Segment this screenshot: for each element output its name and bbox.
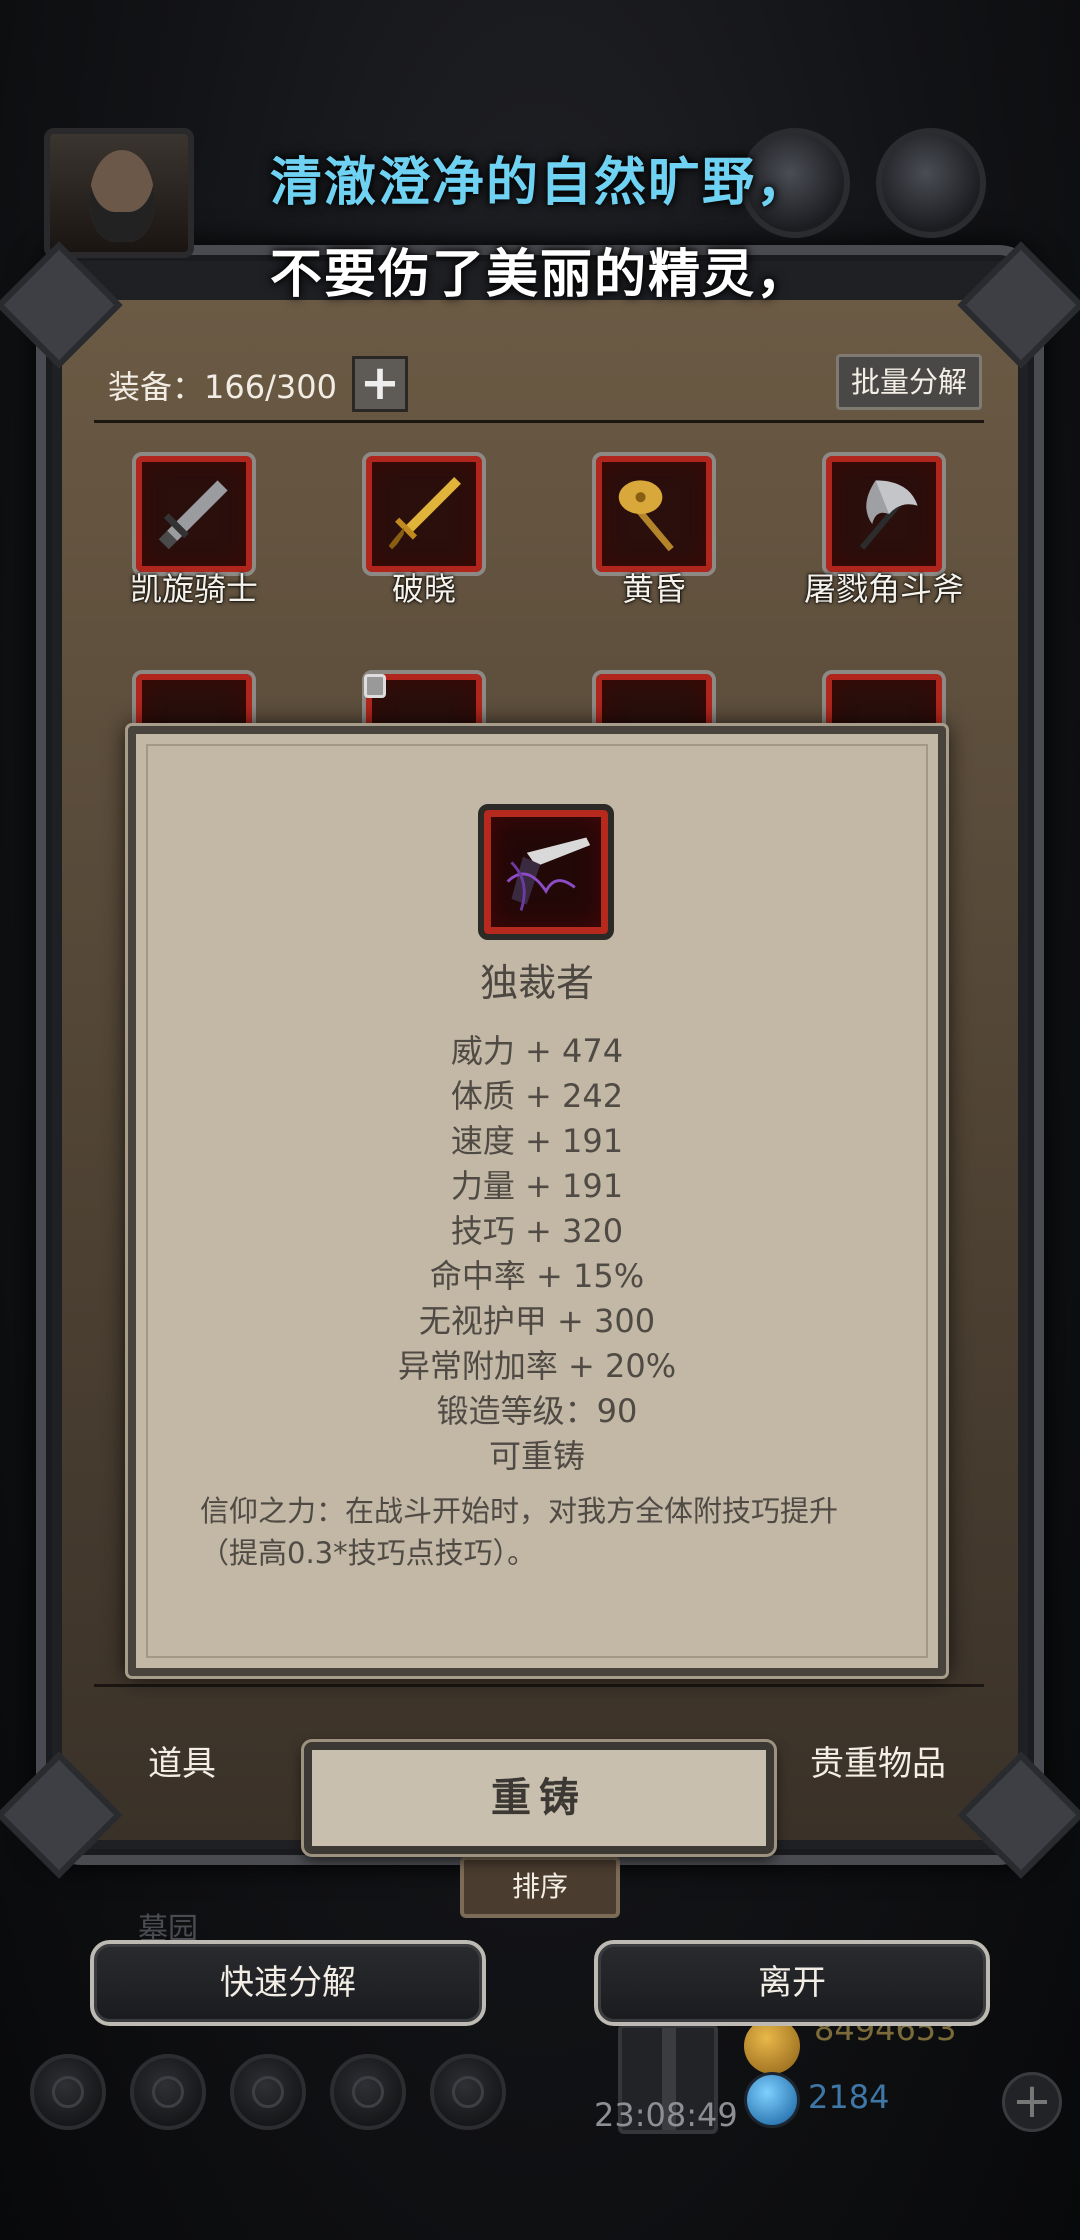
greatsword-icon (158, 480, 228, 550)
stat-line: 命中率 + 15% (429, 1257, 645, 1295)
item-slot-golden-axe[interactable] (592, 452, 716, 576)
helmet-icon[interactable] (130, 2054, 206, 2130)
stat-line: 力量 + 191 (450, 1167, 624, 1205)
item-description: 信仰之力：在战斗开始时，对我方全体附技巧提升（提高0.3*技巧点技巧）。 (200, 1494, 839, 1570)
forge-level: 锻造等级：90 (436, 1392, 638, 1430)
item-name: 独裁者 (479, 961, 594, 1005)
stat-line: 速度 + 191 (450, 1122, 624, 1160)
item-label: 凯旋骑士 (129, 570, 258, 608)
stat-line: 体质 + 242 (450, 1077, 624, 1115)
golden-sword-icon (388, 477, 461, 550)
batch-decompose-button[interactable]: 批量分解 (836, 354, 982, 410)
lock-icon (364, 674, 386, 698)
tab-items[interactable]: 道具 (148, 1736, 216, 1785)
castle-icon[interactable] (230, 2054, 306, 2130)
item-slot-battle-axe[interactable] (822, 452, 946, 576)
stat-line: 威力 + 474 (450, 1032, 624, 1070)
divider (94, 420, 984, 423)
tab-valuables[interactable]: 贵重物品 (810, 1736, 946, 1785)
stat-line: 无视护甲 + 300 (418, 1302, 656, 1340)
gem-amount: 2184 (808, 2078, 890, 2116)
mail-icon[interactable] (330, 2054, 406, 2130)
subtitle-line-2: 不要伤了美丽的精灵， (269, 245, 810, 305)
add-currency-button[interactable]: + (1002, 2072, 1062, 2132)
leave-button[interactable]: 离开 (594, 1940, 990, 2026)
handshake-icon[interactable] (430, 2054, 506, 2130)
item-tooltip: 独裁者 威力 + 474 体质 + 242 速度 + 191 力量 + 191 … (128, 726, 946, 1676)
gear-icon[interactable] (30, 2054, 106, 2130)
item-slot-golden-sword[interactable] (362, 452, 486, 576)
stat-line: 技巧 + 320 (450, 1212, 624, 1250)
quick-decompose-button[interactable]: 快速分解 (90, 1940, 486, 2026)
recastable-flag: 可重铸 (488, 1437, 585, 1475)
expand-capacity-button[interactable]: + (352, 356, 408, 412)
subtitle-line-1: 清澈澄净的自然旷野， (269, 153, 810, 213)
recast-button[interactable]: 重铸 (304, 1742, 774, 1854)
golden-axe-icon (618, 480, 674, 552)
gold-coin-icon (744, 2018, 800, 2074)
tooltip-item-icon (478, 804, 614, 940)
clock: 23:08:49 (594, 2096, 738, 2134)
battle-axe-icon (859, 480, 918, 550)
gem-icon (744, 2072, 800, 2128)
item-label: 破晓 (391, 570, 456, 608)
item-label: 黄昏 (621, 570, 686, 608)
stat-line: 异常附加率 + 20% (397, 1347, 677, 1385)
equip-count: 装备：166/300 (108, 368, 337, 406)
pistol-icon (506, 837, 591, 911)
item-label: 屠戮角斗斧 (803, 570, 964, 608)
item-slot-greatsword[interactable] (132, 452, 256, 576)
divider (94, 1684, 984, 1687)
sort-button[interactable]: 排序 (460, 1856, 620, 1918)
